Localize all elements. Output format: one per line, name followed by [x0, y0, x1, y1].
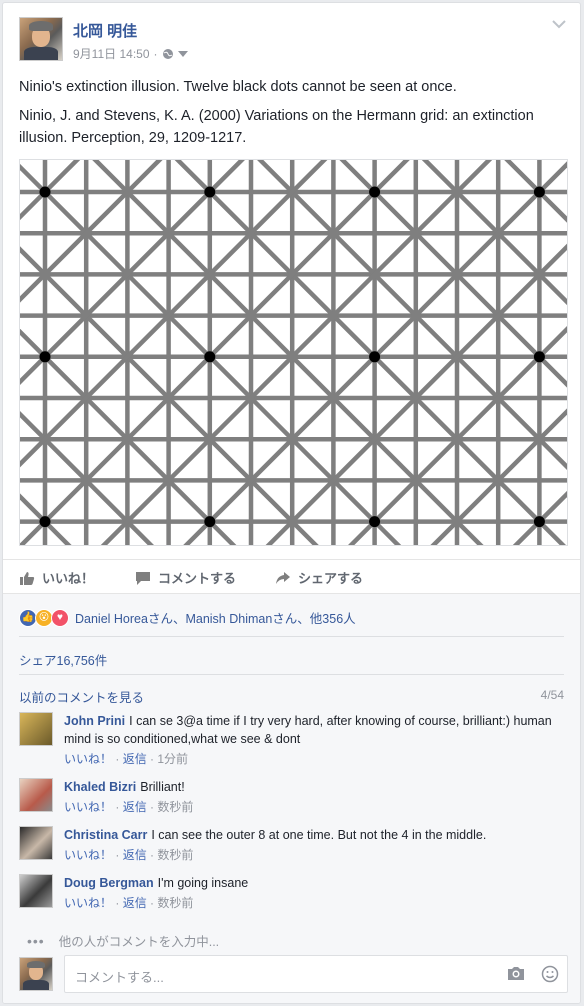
thumbs-up-icon	[20, 571, 35, 585]
post-meta: 9月11日 14:50 ·	[73, 45, 188, 62]
comment-text: Brilliant!	[140, 780, 185, 794]
reactions-summary[interactable]: 👍 😮 ♥ Daniel Horeaさん、Manish Dhimanさん、他35…	[19, 608, 356, 627]
comment-like-link[interactable]: いいね！	[64, 800, 112, 814]
typing-dots-icon: •••	[27, 932, 45, 949]
comment-text: I can se 3@a time if I try very hard, af…	[64, 714, 552, 746]
comment-reply-link[interactable]: 返信	[123, 896, 147, 910]
comment-input[interactable]: コメントする...	[64, 955, 568, 993]
commenter-name[interactable]: Christina Carr	[64, 828, 147, 842]
black-dot	[369, 516, 381, 528]
post-options-chevron-icon[interactable]	[552, 19, 566, 29]
author-name[interactable]: 北岡 明佳	[73, 20, 137, 41]
camera-icon[interactable]	[507, 965, 525, 981]
comment-reply-link[interactable]: 返信	[123, 848, 147, 862]
comment-reply-link[interactable]: 返信	[123, 800, 147, 814]
post-card: 北岡 明佳 9月11日 14:50 · Ninio's extinction i…	[2, 2, 581, 1004]
action-bar: いいね！ コメントする シェアする	[3, 559, 580, 596]
comment-item: Khaled Bizri Brilliant! いいね！ · 返信 · 数秒前	[19, 778, 564, 818]
comment-like-link[interactable]: いいね！	[64, 752, 112, 766]
black-dot	[533, 351, 545, 363]
black-dot	[39, 516, 51, 528]
commenter-avatar[interactable]	[19, 874, 53, 908]
commenter-name[interactable]: Doug Bergman	[64, 876, 154, 890]
commenter-name[interactable]: John Prini	[64, 714, 125, 728]
share-arrow-icon	[276, 571, 290, 584]
black-dot	[39, 351, 51, 363]
comment-count: 4/54	[540, 688, 564, 702]
divider	[19, 674, 564, 675]
author-avatar[interactable]	[19, 17, 63, 61]
comment-like-link[interactable]: いいね！	[64, 896, 112, 910]
comment-action[interactable]: コメントする	[135, 568, 236, 587]
comment-item: Christina Carr I can see the outer 8 at o…	[19, 826, 564, 866]
comment-time[interactable]: 1分前	[157, 752, 188, 766]
emoji-icon[interactable]	[541, 965, 559, 983]
post-image[interactable]	[19, 159, 568, 546]
divider	[19, 636, 564, 637]
post-timestamp[interactable]: 9月11日 14:50	[73, 45, 150, 62]
typing-indicator: ••• 他の人がコメントを入力中...	[27, 932, 220, 950]
post-text-1: Ninio's extinction illusion. Twelve blac…	[19, 79, 457, 95]
commenter-name[interactable]: Khaled Bizri	[64, 780, 136, 794]
black-dot	[533, 186, 545, 198]
black-dot	[533, 516, 545, 528]
comment-time[interactable]: 数秒前	[157, 800, 193, 814]
share-count[interactable]: シェア16,756件	[19, 650, 107, 669]
comment-time[interactable]: 数秒前	[157, 848, 193, 862]
comment-item: Doug Bergman I'm going insane いいね！ · 返信 ·…	[19, 874, 564, 914]
composer-avatar	[19, 957, 53, 991]
share-action[interactable]: シェアする	[275, 568, 363, 587]
commenter-avatar[interactable]	[19, 778, 53, 812]
comment-like-link[interactable]: いいね！	[64, 848, 112, 862]
caret-down-icon[interactable]	[177, 50, 188, 58]
love-icon: ♥	[51, 608, 69, 627]
commenter-avatar[interactable]	[19, 826, 53, 860]
black-dot	[369, 351, 381, 363]
globe-icon[interactable]	[162, 48, 174, 60]
like-action[interactable]: いいね！	[19, 568, 94, 587]
comment-bubble-icon	[136, 571, 150, 585]
comment-composer: コメントする...	[19, 955, 568, 995]
black-dot	[204, 516, 216, 528]
black-dot	[39, 186, 51, 198]
comment-reply-link[interactable]: 返信	[123, 752, 147, 766]
comment-text: I can see the outer 8 at one time. But n…	[151, 828, 487, 842]
illusion-grid	[20, 160, 567, 545]
commenter-avatar[interactable]	[19, 712, 53, 746]
black-dot	[369, 186, 381, 198]
comment-item: John Prini I can se 3@a time if I try ver…	[19, 712, 564, 768]
black-dot	[204, 186, 216, 198]
comment-text: I'm going insane	[157, 876, 249, 890]
post-text-2: Ninio, J. and Stevens, K. A. (2000) Vari…	[19, 108, 534, 146]
black-dot	[204, 351, 216, 363]
comment-time[interactable]: 数秒前	[157, 896, 193, 910]
previous-comments-link[interactable]: 以前のコメントを見る	[19, 687, 144, 706]
